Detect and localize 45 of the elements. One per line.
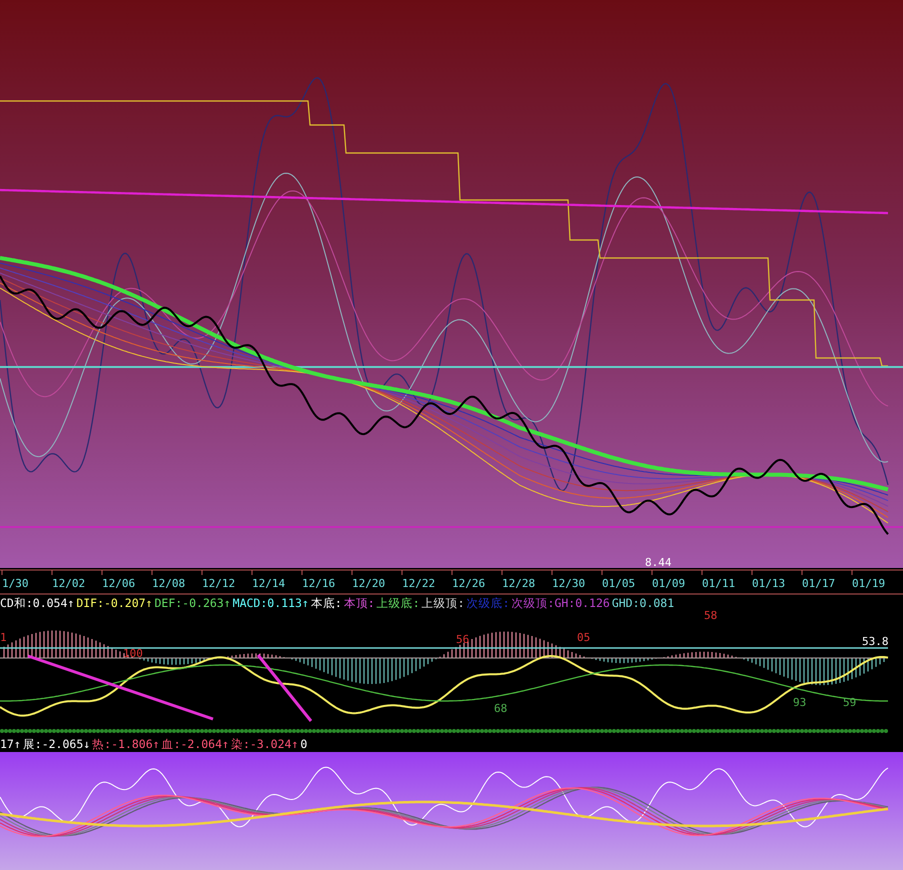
chart-value-label: 100 (123, 647, 143, 660)
date-label: 01/09 (652, 577, 686, 590)
chart-value-label: 58 (704, 611, 718, 622)
indicator-value: DIF:-0.207↑ (76, 595, 152, 611)
date-label: 12/08 (152, 577, 186, 590)
date-label: 01/11 (702, 577, 736, 590)
chart-value-label: 1 (0, 631, 7, 644)
indicator-value: DEF:-0.263↑ (154, 595, 231, 611)
chart-value-label: 93 (793, 696, 806, 709)
indicator-value: 次级底: (466, 595, 510, 611)
date-label: 12/14 (252, 577, 286, 590)
date-label: 01/17 (802, 577, 836, 590)
date-label: 01/13 (752, 577, 786, 590)
indicator-value: 上级底: (376, 595, 420, 611)
date-label: 12/22 (402, 577, 436, 590)
chart-value-label: 59 (843, 696, 856, 709)
indicator-value: 展:-2.065↓ (22, 736, 90, 752)
date-label: 12/12 (202, 577, 236, 590)
indicator-value: CD和:0.054↑ (0, 595, 74, 611)
indicator-value: GHD:0.081 (612, 595, 674, 611)
chart-value-label: 68 (494, 702, 508, 715)
indicator-value: 本底: (310, 595, 342, 611)
indicator-value: MACD:0.113↑ (232, 595, 309, 611)
indicator-value: 本顶: (344, 595, 375, 611)
date-label: 01/05 (602, 577, 636, 590)
date-label: 12/02 (52, 577, 86, 590)
indicator-value: 次级顶:GH:0.126 (512, 595, 610, 611)
date-label: 12/30 (552, 577, 586, 590)
date-label: 01/19 (852, 577, 886, 590)
indicator-value: 染:-3.024↑ (230, 736, 298, 752)
indicator-value: 0 (300, 736, 308, 752)
indicator-value: 17↑ (0, 736, 21, 752)
date-label: 12/26 (452, 577, 486, 590)
chart-value-label: 05 (577, 631, 590, 644)
indicator-value: 热:-1.806↑ (92, 736, 160, 752)
date-label: 12/28 (502, 577, 536, 590)
date-label: 12/20 (352, 577, 386, 590)
date-label: 1/30 (2, 577, 28, 590)
date-label: 12/06 (102, 577, 136, 590)
price-label: 8.44 (645, 556, 672, 568)
indicator-value: 血:-2.064↑ (162, 736, 229, 752)
indicator-value: 上级顶: (422, 595, 465, 611)
date-label: 12/16 (302, 577, 336, 590)
chart-value-label: 53.8 (862, 635, 888, 648)
chart-value-label: 56 (456, 633, 470, 646)
